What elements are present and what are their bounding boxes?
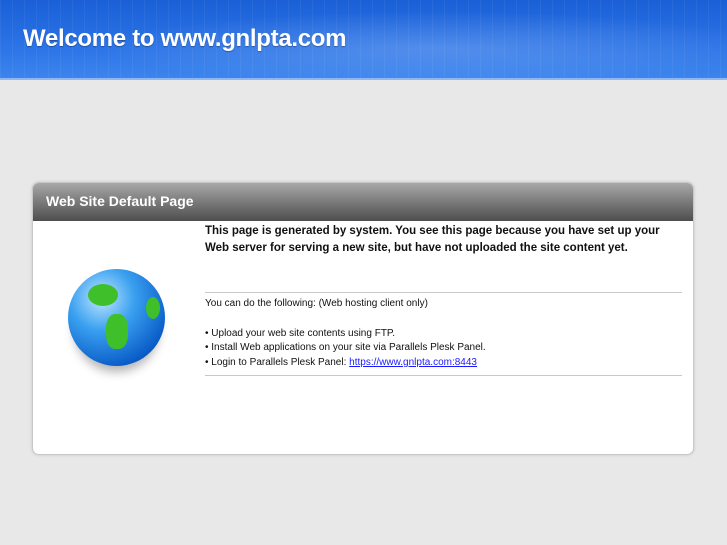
divider [205,375,682,376]
list-item: • Login to Parallels Plesk Panel: https:… [205,356,682,371]
plesk-login-link[interactable]: https://www.gnlpta.com:8443 [349,357,477,368]
list-item: • Install Web applications on your site … [205,342,486,353]
globe-icon [68,269,165,366]
default-page-panel: Web Site Default Page This page is gener… [32,182,694,455]
list-item-label: • Login to Parallels Plesk Panel: [205,356,350,368]
header-banner: Welcome to www.gnlpta.com [0,0,727,80]
panel-title: Web Site Default Page [33,183,693,221]
list-item: • Upload your web site contents using FT… [205,327,396,339]
intro-text: This page is generated by system. You se… [205,225,660,254]
lead-text: You can do the following: (Web hosting c… [205,298,428,309]
site-title: Welcome to www.gnlpta.com [23,25,347,52]
divider [205,292,682,293]
